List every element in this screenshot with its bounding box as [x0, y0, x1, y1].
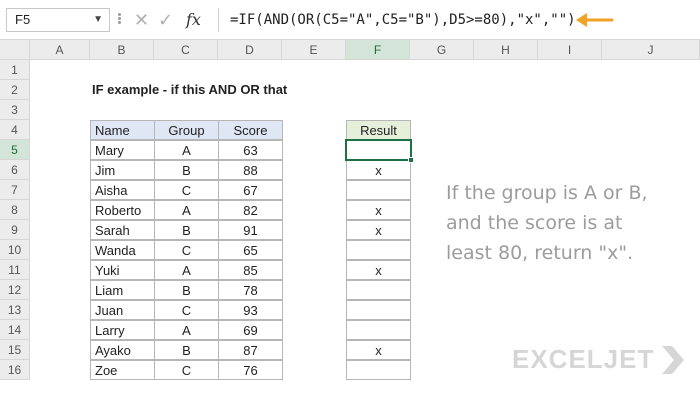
table-cell[interactable]: 93: [218, 300, 283, 320]
table-cell[interactable]: 69: [218, 320, 283, 340]
row-header-12[interactable]: 12: [0, 280, 30, 300]
result-cell[interactable]: x: [346, 260, 411, 280]
result-cell[interactable]: [346, 180, 411, 200]
table-cell[interactable]: 76: [218, 360, 283, 380]
column-header-b[interactable]: B: [90, 40, 154, 60]
column-header-c[interactable]: C: [154, 40, 218, 60]
table-cell[interactable]: Larry: [90, 320, 155, 340]
formula-bar: F5 ▼ ✕ ✓ fx =IF(AND(OR(C5="A",C5="B"),D5…: [0, 0, 700, 40]
result-cell[interactable]: x: [346, 160, 411, 180]
chevron-down-icon[interactable]: ▼: [93, 9, 103, 31]
table-cell[interactable]: 87: [218, 340, 283, 360]
fill-handle[interactable]: [408, 157, 414, 163]
note-line: If the group is A or B,: [446, 182, 648, 204]
table-cell[interactable]: C: [154, 180, 219, 200]
table-cell[interactable]: Roberto: [90, 200, 155, 220]
table-cell[interactable]: A: [154, 140, 219, 160]
result-cell[interactable]: x: [346, 200, 411, 220]
active-cell-selection[interactable]: [345, 139, 412, 161]
table-cell[interactable]: A: [154, 260, 219, 280]
column-header-a[interactable]: A: [30, 40, 90, 60]
table-cell[interactable]: B: [154, 340, 219, 360]
table-cell[interactable]: Aisha: [90, 180, 155, 200]
table-cell[interactable]: 78: [218, 280, 283, 300]
row-header-4[interactable]: 4: [0, 120, 30, 140]
row-header-7[interactable]: 7: [0, 180, 30, 200]
annotation-note: If the group is A or B, and the score is…: [446, 178, 686, 268]
row-header-6[interactable]: 6: [0, 160, 30, 180]
insert-function-icon[interactable]: fx: [186, 8, 201, 32]
name-box-value: F5: [15, 12, 31, 27]
drag-handle-icon[interactable]: [116, 12, 122, 28]
row-header-11[interactable]: 11: [0, 260, 30, 280]
row-header-2[interactable]: 2: [0, 80, 30, 100]
result-cell[interactable]: [346, 280, 411, 300]
row-header-3[interactable]: 3: [0, 100, 30, 120]
table-cell[interactable]: 85: [218, 260, 283, 280]
table-cell[interactable]: Liam: [90, 280, 155, 300]
table-header-score[interactable]: Score: [218, 120, 283, 140]
table-cell[interactable]: Mary: [90, 140, 155, 160]
table-cell[interactable]: 67: [218, 180, 283, 200]
result-cell[interactable]: [346, 300, 411, 320]
note-line: and the score is at: [446, 212, 623, 234]
table-cell[interactable]: C: [154, 300, 219, 320]
result-cell[interactable]: [346, 240, 411, 260]
table-cell[interactable]: B: [154, 280, 219, 300]
column-header-i[interactable]: I: [538, 40, 602, 60]
column-header-f[interactable]: F: [346, 40, 410, 60]
row-header-15[interactable]: 15: [0, 340, 30, 360]
table-cell[interactable]: A: [154, 200, 219, 220]
row-header-9[interactable]: 9: [0, 220, 30, 240]
table-cell[interactable]: C: [154, 360, 219, 380]
column-header-d[interactable]: D: [218, 40, 282, 60]
column-header-j[interactable]: J: [602, 40, 700, 60]
table-cell[interactable]: C: [154, 240, 219, 260]
result-header[interactable]: Result: [346, 120, 411, 140]
table-cell[interactable]: Zoe: [90, 360, 155, 380]
result-cell[interactable]: x: [346, 220, 411, 240]
column-header-e[interactable]: E: [282, 40, 346, 60]
table-cell[interactable]: Juan: [90, 300, 155, 320]
table-header-name[interactable]: Name: [90, 120, 155, 140]
table-cell[interactable]: 88: [218, 160, 283, 180]
column-header-g[interactable]: G: [410, 40, 474, 60]
row-header-13[interactable]: 13: [0, 300, 30, 320]
row-header-5[interactable]: 5: [0, 140, 30, 160]
table-cell[interactable]: Wanda: [90, 240, 155, 260]
enter-check-icon[interactable]: ✓: [158, 8, 173, 32]
table-cell[interactable]: B: [154, 160, 219, 180]
arrow-left-icon: [576, 13, 614, 27]
row-header-8[interactable]: 8: [0, 200, 30, 220]
formula-divider: [218, 8, 219, 32]
column-header-h[interactable]: H: [474, 40, 538, 60]
table-cell[interactable]: 82: [218, 200, 283, 220]
formula-input[interactable]: =IF(AND(OR(C5="A",C5="B"),D5>=80),"x",""…: [230, 8, 576, 32]
result-cell[interactable]: [346, 320, 411, 340]
table-cell[interactable]: Jim: [90, 160, 155, 180]
row-header-14[interactable]: 14: [0, 320, 30, 340]
table-header-group[interactable]: Group: [154, 120, 219, 140]
row-header-10[interactable]: 10: [0, 240, 30, 260]
result-cell[interactable]: [346, 360, 411, 380]
row-header-16[interactable]: 16: [0, 360, 30, 380]
sheet-title: IF example - if this AND OR that: [92, 82, 288, 97]
row-header-1[interactable]: 1: [0, 60, 30, 80]
table-cell[interactable]: A: [154, 320, 219, 340]
table-cell[interactable]: B: [154, 220, 219, 240]
exceljet-logo-mark: [662, 346, 684, 374]
table-cell[interactable]: Ayako: [90, 340, 155, 360]
table-cell[interactable]: 65: [218, 240, 283, 260]
select-all-corner[interactable]: [0, 40, 30, 60]
cancel-icon[interactable]: ✕: [134, 8, 149, 32]
result-cell[interactable]: x: [346, 340, 411, 360]
name-box[interactable]: F5 ▼: [6, 8, 110, 32]
table-cell[interactable]: 63: [218, 140, 283, 160]
table-cell[interactable]: 91: [218, 220, 283, 240]
exceljet-logo: EXCELJET: [512, 344, 655, 374]
note-line: least 80, return "x".: [446, 242, 634, 264]
table-cell[interactable]: Yuki: [90, 260, 155, 280]
table-cell[interactable]: Sarah: [90, 220, 155, 240]
